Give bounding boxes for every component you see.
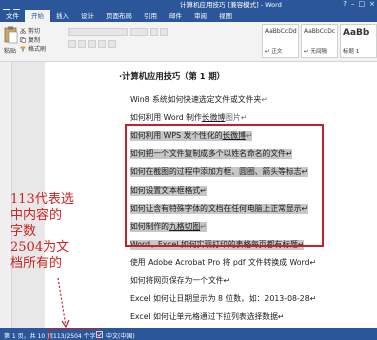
strikethrough-button[interactable] [98, 40, 106, 48]
scissors-icon [20, 27, 26, 34]
save-icon[interactable] [13, 1, 20, 16]
style-normal-preview: AaBbCcDd [265, 28, 297, 35]
undo-icon[interactable] [22, 1, 30, 15]
title-bar: W 计算机应用技巧 [兼容模式] - Word ? – □ × [0, 0, 377, 17]
word-count[interactable]: 113/2504 个字 [49, 329, 100, 340]
bold-button[interactable] [68, 40, 76, 48]
style-heading-1[interactable]: AaBb 标题 1 [340, 24, 377, 58]
line-text: Excel 如何让单元格通过下拉列表选择数据↵ [130, 312, 285, 322]
help-button[interactable]: ? [343, 0, 347, 9]
format-painter-label: 格式刷 [28, 46, 47, 53]
annotation-line: 档所有的 [10, 256, 63, 271]
window-controls: ? – □ × [343, 0, 375, 9]
selection-highlight-box [125, 124, 324, 247]
language-indicator[interactable]: 中文(中国) [106, 331, 135, 340]
ribbon-panel: 粘贴 剪切 复制 格式刷 AaBbCcDd ↵ 正文 AaBbCcDc ↵ 无间… [0, 22, 377, 62]
font-toolbar-row-1 [68, 27, 168, 37]
tab-design[interactable]: 设计 [75, 10, 100, 22]
document-line[interactable]: Excel 如何让日期显示为 8 位数，如：2013-08-28↵ [130, 294, 316, 304]
document-line[interactable]: 如何利用 Word 制作长微博图片↵ [130, 113, 247, 123]
status-bar: 第 1 页，共 10 页 113/2504 个字 中文(中国) [0, 328, 377, 340]
font-group [68, 24, 258, 60]
document-heading: ·计算机应用技巧（第 1 期） [119, 71, 225, 81]
proofing-icon[interactable] [96, 331, 103, 340]
annotation-line: 字数 [10, 224, 37, 239]
document-line[interactable]: Excel 如何让单元格通过下拉列表选择数据↵ [130, 312, 284, 322]
italic-button[interactable] [78, 40, 86, 48]
copy-icon [20, 36, 26, 43]
window-title: 计算机应用技巧 [兼容模式] - Word [180, 1, 282, 9]
copy-button[interactable]: 复制 [20, 35, 40, 44]
line-text: 如何将网页保存为一个文件↵ [130, 276, 231, 285]
minimize-button[interactable]: – [351, 0, 355, 9]
line-text: 如何利用 Word 制作 [130, 113, 202, 123]
brush-icon [20, 46, 26, 52]
quick-access-toolbar: W [3, 1, 41, 17]
paste-button-label[interactable]: 粘贴 [4, 46, 16, 55]
font-name-select[interactable] [68, 28, 128, 36]
paste-icon[interactable] [4, 26, 18, 44]
redo-icon[interactable] [33, 1, 41, 15]
annotation-text: 113代表选 中内容的 字数 2504为文 档所有的 [10, 192, 110, 272]
annotation-line: 中内容的 [10, 208, 63, 223]
copy-label: 复制 [28, 37, 41, 44]
clipboard-group: 粘贴 剪切 复制 格式刷 [2, 24, 64, 60]
line-text: Win8 系统如何快速选定文件或文件夹 [130, 95, 262, 104]
line-text: Excel 如何让日期显示为 8 位数，如：2013-08-28↵ [130, 294, 317, 304]
document-line[interactable]: 使用 Adobe Acrobat Pro 将 pdf 文件转换成 Word↵ [130, 258, 316, 268]
grow-font-button[interactable] [150, 28, 158, 36]
close-button[interactable]: × [369, 0, 375, 9]
annotation-line: 2504为文 [10, 240, 70, 255]
style-normal[interactable]: AaBbCcDd ↵ 正文 [262, 24, 299, 58]
tab-references[interactable]: 引用 [138, 10, 163, 22]
font-toolbar-row-2 [68, 39, 116, 49]
ribbon-tabs: 文件 开始 插入 设计 页面布局 引用 邮件 审阅 视图 [0, 10, 377, 22]
font-color-button[interactable] [108, 40, 116, 48]
shrink-font-button[interactable] [160, 28, 168, 36]
page-count[interactable]: 第 1 页，共 10 页 [4, 331, 53, 340]
word-logo-icon: W [3, 1, 10, 17]
annotation-line: 113代表选 [10, 192, 74, 207]
style-no-spacing-preview: AaBbCcDc [304, 28, 336, 35]
styles-gallery: AaBbCcDd ↵ 正文 AaBbCcDc ↵ 无间隔 AaBb 标题 1 [262, 24, 377, 60]
style-normal-name: ↵ 正文 [265, 49, 283, 55]
format-painter-button[interactable]: 格式刷 [20, 44, 46, 53]
tab-review[interactable]: 审阅 [188, 10, 213, 22]
style-no-spacing[interactable]: AaBbCcDc ↵ 无间隔 [301, 24, 338, 58]
style-heading-1-preview: AaBb [343, 28, 370, 38]
maximize-button[interactable]: □ [359, 0, 366, 9]
cut-button[interactable]: 剪切 [20, 26, 40, 35]
style-no-spacing-name: ↵ 无间隔 [304, 49, 327, 55]
document-line[interactable]: Win8 系统如何快速选定文件或文件夹↵ [130, 95, 268, 105]
underline-button[interactable] [88, 40, 96, 48]
font-size-select[interactable] [130, 28, 148, 36]
cut-label: 剪切 [28, 28, 41, 35]
tab-mailings[interactable]: 邮件 [163, 10, 188, 22]
tab-home[interactable]: 开始 [25, 10, 50, 22]
document-line[interactable]: 如何将网页保存为一个文件↵ [130, 276, 230, 286]
tab-view[interactable]: 视图 [213, 10, 238, 22]
tab-page-layout[interactable]: 页面布局 [100, 10, 138, 22]
line-suffix: ↵ [261, 95, 268, 104]
style-heading-1-name: 标题 1 [343, 49, 360, 55]
tab-insert[interactable]: 插入 [50, 10, 75, 22]
underlined-term: 长微博 [201, 113, 226, 123]
line-suffix: 图片↵ [225, 113, 248, 123]
tab-file[interactable]: 文件 [0, 10, 25, 22]
line-text: 使用 Adobe Acrobat Pro 将 pdf 文件转换成 Word↵ [130, 257, 317, 267]
